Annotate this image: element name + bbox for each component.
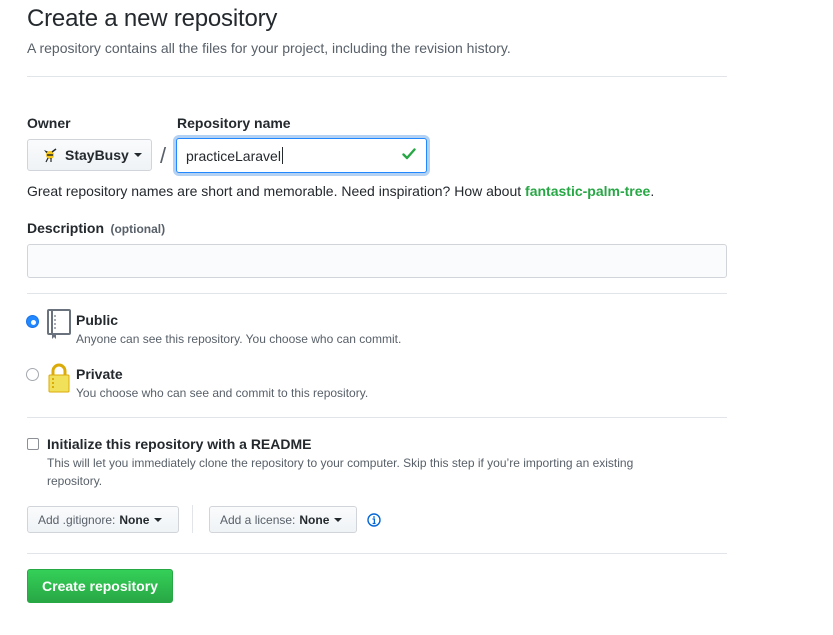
divider [27, 417, 727, 418]
repository-name-label: Repository name [177, 115, 291, 131]
hint-text: Great repository names are short and mem… [27, 183, 526, 199]
info-icon[interactable] [367, 513, 381, 527]
init-readme-desc-cont: repository. [47, 474, 103, 488]
gitignore-dropdown[interactable]: Add .gitignore: None [27, 506, 179, 533]
lock-icon [48, 363, 70, 393]
owner-label: Owner [27, 115, 71, 131]
page-title: Create a new repository [27, 5, 278, 32]
license-value: None [299, 512, 330, 527]
license-dropdown[interactable]: Add a license: None [209, 506, 357, 533]
divider [27, 553, 727, 554]
init-readme-checkbox[interactable] [27, 438, 39, 450]
hint-end: . [650, 183, 655, 199]
chevron-down-icon [154, 517, 163, 522]
public-option-title: Public [76, 312, 119, 328]
chevron-down-icon [334, 517, 343, 522]
owner-dropdown[interactable]: StayBusy [27, 139, 152, 171]
divider [27, 293, 727, 294]
divider [27, 76, 727, 77]
init-readme-desc: This will let you immediately clone the … [47, 456, 634, 470]
owner-name: StayBusy [65, 147, 129, 163]
owner-repo-separator: / [160, 143, 167, 168]
check-icon [402, 148, 416, 160]
repo-book-icon [47, 309, 71, 339]
repository-name-input[interactable]: practiceLaravel [176, 138, 427, 173]
private-radio[interactable] [26, 368, 39, 381]
license-label: Add a license: [220, 512, 296, 527]
divider [192, 505, 193, 533]
chevron-down-icon [133, 153, 142, 157]
page-subtitle: A repository contains all the files for … [27, 40, 511, 56]
init-readme-title: Initialize this repository with a README [47, 436, 312, 452]
optional-note: (optional) [110, 222, 166, 236]
repository-name-hint: Great repository names are short and mem… [27, 183, 654, 199]
create-repository-button[interactable]: Create repository [27, 569, 173, 603]
private-option-desc: You choose who can see and commit to thi… [76, 386, 369, 400]
text-cursor [281, 147, 283, 164]
public-radio[interactable] [26, 315, 39, 328]
public-option-desc: Anyone can see this repository. You choo… [76, 332, 402, 346]
gitignore-label: Add .gitignore: [38, 512, 116, 527]
name-suggestion-link[interactable]: fantastic-palm-tree [525, 183, 650, 199]
gitignore-value: None [119, 512, 150, 527]
description-label: Description [27, 220, 105, 236]
owner-avatar-icon [44, 148, 57, 163]
description-label-row: Description (optional) [27, 220, 165, 238]
repository-name-value: practiceLaravel [186, 147, 281, 164]
private-option-title: Private [76, 366, 123, 382]
description-input[interactable] [27, 244, 727, 278]
